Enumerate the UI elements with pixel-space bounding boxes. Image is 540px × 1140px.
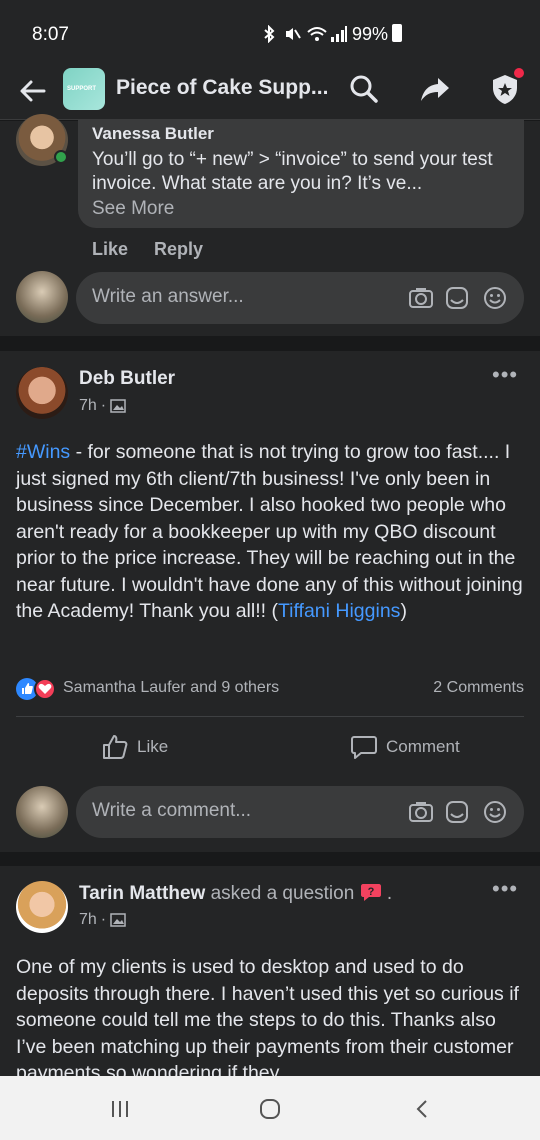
thumbs-up-icon: [103, 735, 128, 759]
like-label: Like: [137, 737, 169, 756]
recent-apps-icon[interactable]: [107, 1096, 133, 1122]
gif-sticker-icon[interactable]: [444, 285, 470, 311]
group-title[interactable]: Piece of Cake Supp...: [116, 76, 328, 100]
signal-icon: [331, 26, 347, 42]
battery-percent: 99%: [352, 24, 389, 44]
comments-count[interactable]: 2 Comments: [433, 679, 524, 697]
comment-bubble-icon: [351, 736, 377, 759]
group-logo[interactable]: SUPPORT: [63, 68, 105, 110]
comment-reply-button[interactable]: Reply: [154, 239, 203, 260]
post-header-line: Tarin Matthew asked a question ? .: [79, 882, 392, 905]
status-bar: 8:07 99%: [0, 0, 540, 62]
see-more-link[interactable]: See More: [92, 198, 174, 220]
post-text-end: ): [400, 600, 407, 622]
divider: [16, 716, 524, 717]
avatar: [16, 271, 68, 323]
system-nav-bar: [0, 1076, 540, 1140]
online-status-dot: [54, 150, 68, 164]
like-button[interactable]: Like: [101, 732, 168, 762]
search-icon[interactable]: [347, 72, 381, 106]
question-badge-icon: ?: [360, 884, 381, 901]
avatar: [16, 786, 68, 838]
back-nav-icon[interactable]: [410, 1096, 436, 1122]
reactions-text[interactable]: Samantha Laufer and 9 others: [63, 679, 279, 697]
post-meta: 7h ·: [79, 397, 126, 415]
comment-text: You’ll go to “+ new” > “invoice” to send…: [92, 149, 493, 194]
svg-text:?: ?: [367, 886, 374, 898]
camera-icon[interactable]: [408, 285, 434, 311]
meta-separator: ·: [100, 397, 107, 414]
comment-input[interactable]: Write a comment...: [76, 786, 524, 838]
asked-question-text: asked a question: [210, 883, 355, 904]
post-text: - for someone that is not trying to grow…: [16, 441, 523, 622]
share-icon[interactable]: [418, 72, 452, 106]
comment-author[interactable]: Vanessa Butler: [92, 124, 214, 144]
answer-input-placeholder: Write an answer...: [92, 286, 244, 307]
photo-icon: [110, 399, 126, 413]
avatar[interactable]: [16, 367, 68, 419]
post-time[interactable]: 7h: [79, 911, 97, 929]
post-author[interactable]: Deb Butler: [79, 368, 175, 390]
battery-icon: [392, 24, 402, 42]
more-options-icon[interactable]: •••: [492, 876, 518, 902]
reactions-summary[interactable]: Samantha Laufer and 9 others 2 Comments: [16, 678, 524, 700]
post-time[interactable]: 7h: [79, 397, 97, 415]
status-time: 8:07: [32, 24, 69, 45]
post-body: #Wins - for someone that is not trying t…: [16, 439, 526, 625]
gif-sticker-icon[interactable]: [444, 799, 470, 825]
home-icon[interactable]: [257, 1096, 283, 1122]
post-body: One of my clients is used to desktop and…: [16, 956, 519, 1076]
avatar[interactable]: [16, 881, 68, 933]
emoji-icon[interactable]: [482, 799, 508, 825]
wifi-icon: [307, 27, 327, 41]
back-arrow-icon[interactable]: [16, 74, 50, 108]
comment-bubble[interactable]: Vanessa Butler You’ll go to “+ new” > “i…: [78, 120, 524, 228]
post-meta: 7h ·: [79, 911, 126, 929]
camera-icon[interactable]: [408, 799, 434, 825]
comment-like-button[interactable]: Like: [92, 239, 128, 260]
comment-button[interactable]: Comment: [350, 732, 460, 762]
post-body-clip: One of my clients is used to desktop and…: [16, 954, 526, 1076]
emoji-icon[interactable]: [482, 285, 508, 311]
hashtag-link[interactable]: #Wins: [16, 441, 70, 463]
mention-link[interactable]: Tiffani Higgins: [278, 600, 400, 622]
notification-dot: [514, 68, 524, 78]
group-logo-text: SUPPORT: [67, 86, 97, 92]
meta-separator: ·: [100, 911, 107, 928]
more-options-icon[interactable]: •••: [492, 362, 518, 388]
photo-icon: [110, 913, 126, 927]
comment-label: Comment: [386, 737, 460, 756]
love-reaction-icon: [34, 678, 56, 700]
mute-icon: [286, 28, 301, 40]
post-author[interactable]: Tarin Matthew: [79, 883, 205, 904]
answer-input[interactable]: Write an answer...: [76, 272, 524, 324]
app-header: SUPPORT Piece of Cake Supp...: [0, 62, 540, 120]
comment-input-placeholder: Write a comment...: [92, 800, 252, 821]
header-period: .: [386, 883, 393, 904]
bluetooth-icon: [264, 25, 275, 43]
